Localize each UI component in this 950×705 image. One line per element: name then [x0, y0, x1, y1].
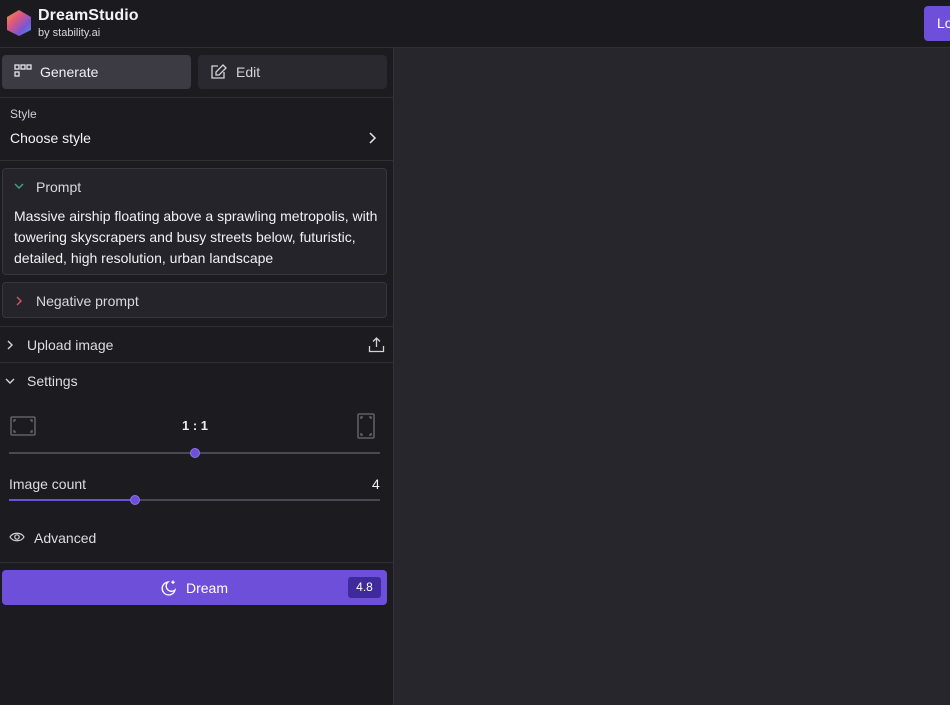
chevron-down-icon: [5, 378, 15, 384]
slider-fill: [9, 499, 136, 501]
brand-subtitle: by stability.ai: [38, 27, 101, 39]
dream-label: Dream: [186, 580, 229, 596]
chevron-down-icon[interactable]: [13, 181, 25, 191]
divider: [0, 326, 394, 327]
moon-sparkle-icon: [161, 580, 177, 596]
sidebar: Generate Edit Style Choose style Prompt …: [0, 48, 394, 705]
prompt-input[interactable]: Massive airship floating above a sprawli…: [14, 206, 380, 269]
prompt-section: Prompt Massive airship floating above a …: [2, 168, 387, 275]
prompt-title[interactable]: Prompt: [36, 179, 81, 195]
tab-generate[interactable]: Generate: [2, 55, 191, 89]
style-value: Choose style: [10, 130, 91, 146]
dreamstudio-logo-icon: [7, 10, 31, 36]
divider: [0, 160, 394, 161]
top-bar: DreamStudio by stability.ai Login: [0, 0, 950, 48]
negative-prompt-title: Negative prompt: [36, 293, 139, 309]
chevron-right-icon: [16, 296, 22, 306]
chevron-right-icon: [369, 132, 377, 144]
tab-edit[interactable]: Edit: [198, 55, 387, 89]
canvas-area: [395, 48, 950, 705]
negative-prompt-section[interactable]: Negative prompt: [2, 282, 387, 318]
divider: [0, 97, 394, 98]
credit-cost-badge: 4.8: [348, 577, 381, 598]
divider: [0, 362, 394, 363]
upload-image-label: Upload image: [27, 337, 114, 353]
tab-edit-label: Edit: [236, 64, 261, 80]
image-count-value: 4: [372, 476, 380, 492]
portrait-aspect-icon[interactable]: [356, 413, 376, 439]
chevron-right-icon: [7, 340, 13, 350]
divider: [0, 562, 394, 563]
upload-icon[interactable]: [368, 336, 385, 353]
grid-icon: [14, 64, 32, 77]
image-count-label: Image count: [9, 476, 87, 492]
style-label: Style: [10, 107, 37, 121]
edit-icon: [211, 64, 227, 79]
eye-icon: [9, 532, 25, 542]
settings-label: Settings: [27, 373, 78, 389]
slider-thumb[interactable]: [189, 448, 200, 458]
dream-button[interactable]: Dream 4.8: [2, 570, 387, 605]
aspect-ratio-value: 1 : 1: [182, 418, 209, 433]
brand-name: DreamStudio: [38, 7, 139, 24]
login-button[interactable]: Login: [924, 6, 950, 41]
slider-thumb[interactable]: [130, 495, 141, 505]
tab-generate-label: Generate: [40, 64, 99, 80]
landscape-aspect-icon[interactable]: [10, 415, 36, 437]
advanced-label: Advanced: [34, 530, 97, 546]
